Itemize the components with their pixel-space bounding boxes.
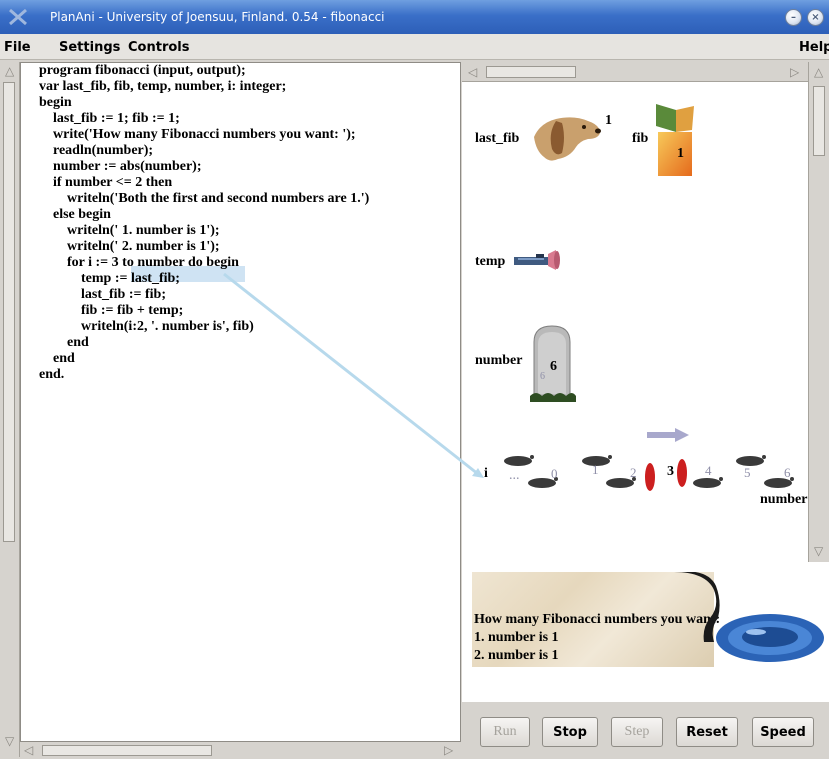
code-line: fib := fib + temp; (39, 303, 184, 318)
code-vertical-scroll-thumb[interactable] (3, 82, 15, 542)
scroll-left-arrow-icon[interactable]: ◁ (24, 743, 33, 757)
active-footprint-icon (645, 459, 687, 491)
animation-pane: ◁ ▷ △ ▽ last_fib 1 fib 1 temp number 6 6… (462, 62, 829, 759)
code-line: program fibonacci (input, output); (39, 63, 246, 78)
minimize-button[interactable]: – (785, 9, 802, 26)
code-line: readln(number); (39, 143, 154, 158)
box-icon (656, 104, 694, 176)
variable-label-last-fib: last_fib (475, 131, 520, 146)
animation-horizontal-scrollbar[interactable]: ◁ ▷ (462, 62, 808, 82)
menu-bar: File Settings Controls Help (0, 34, 829, 60)
direction-arrow-icon (647, 428, 689, 442)
scroll-left-arrow-icon[interactable]: ◁ (468, 65, 477, 79)
code-line: begin (39, 95, 72, 110)
animation-vertical-scrollbar[interactable]: △ ▽ (808, 62, 829, 562)
scroll-up-arrow-icon[interactable]: △ (814, 65, 823, 79)
i-step-0: 0 (551, 466, 558, 481)
number-small-value: 6 (540, 371, 545, 382)
code-horizontal-scrollbar[interactable]: ◁ ▷ (20, 742, 461, 759)
reset-button[interactable]: Reset (676, 717, 738, 747)
i-current-value: 3 (667, 464, 674, 479)
menu-controls[interactable]: Controls (128, 40, 189, 55)
i-step-4: 4 (705, 463, 712, 478)
footsteps-icon (504, 455, 794, 491)
code-line: end. (39, 367, 65, 382)
code-line-current: for i := 3 to number do begin (39, 255, 239, 270)
code-pane: program fibonacci (input, output); var l… (20, 62, 461, 742)
scroll-down-arrow-icon[interactable]: ▽ (5, 734, 14, 748)
i-step-6: 6 (784, 465, 791, 480)
code-line: writeln('Both the first and second numbe… (39, 191, 370, 206)
run-button[interactable]: Run (480, 717, 530, 747)
code-line: end (39, 351, 75, 366)
code-vertical-scrollbar[interactable]: △ ▽ (0, 62, 20, 757)
fib-value: 1 (677, 146, 684, 161)
menu-settings[interactable]: Settings (59, 40, 120, 55)
number-value: 6 (550, 359, 557, 374)
stop-button[interactable]: Stop (542, 717, 598, 747)
dog-icon (534, 117, 601, 161)
last-fib-value: 1 (605, 113, 612, 128)
i-step-5: 5 (744, 465, 751, 480)
variable-label-fib: fib (632, 131, 649, 146)
code-line: var last_fib, fib, temp, number, i: inte… (39, 79, 287, 94)
code-line: writeln(' 1. number is 1'); (39, 223, 220, 238)
code-line: writeln(i:2, '. number is', fib) (39, 319, 254, 334)
code-line: if number <= 2 then (39, 175, 173, 190)
scroll-right-arrow-icon[interactable]: ▷ (790, 65, 799, 79)
variable-label-number: number (475, 353, 523, 368)
scroll-up-arrow-icon[interactable]: △ (5, 64, 14, 78)
plate-icon (716, 614, 824, 662)
code-line: number := abs(number); (39, 159, 202, 174)
menu-help[interactable]: Help (799, 40, 829, 55)
code-line: last_fib := 1; fib := 1; (39, 111, 180, 126)
close-button[interactable]: × (807, 9, 824, 26)
animation-vertical-scroll-thumb[interactable] (813, 86, 825, 156)
variable-label-temp: temp (475, 254, 506, 269)
i-step-2: 2 (630, 465, 637, 480)
code-line: writeln(' 2. number is 1'); (39, 239, 220, 254)
output-line: 1. number is 1 (474, 630, 559, 645)
code-line: end (39, 335, 89, 350)
code-line: else begin (39, 207, 111, 222)
i-step-1: 1 (592, 462, 599, 477)
control-button-bar: Run Stop Step Reset Speed (462, 702, 829, 759)
code-line: write('How many Fibonacci numbers you wa… (39, 127, 356, 142)
variable-label-i: i (484, 466, 488, 481)
step-button[interactable]: Step (611, 717, 663, 747)
code-line: last_fib := fib; (39, 287, 166, 302)
speed-button[interactable]: Speed (752, 717, 814, 747)
code-line: temp := last_fib; (39, 271, 180, 286)
code-horizontal-scroll-thumb[interactable] (42, 745, 212, 756)
output-line: 2. number is 1 (474, 648, 559, 663)
flashlight-icon (514, 250, 560, 270)
title-bar: PlanAni - University of Joensuu, Finland… (0, 0, 829, 34)
window-title: PlanAni - University of Joensuu, Finland… (50, 10, 385, 24)
menu-file[interactable]: File (4, 40, 31, 55)
scroll-down-arrow-icon[interactable]: ▽ (814, 544, 823, 558)
animation-horizontal-scroll-thumb[interactable] (486, 66, 576, 78)
i-limit-label: number (760, 492, 808, 507)
scroll-right-arrow-icon[interactable]: ▷ (444, 743, 453, 757)
app-icon (9, 8, 27, 26)
